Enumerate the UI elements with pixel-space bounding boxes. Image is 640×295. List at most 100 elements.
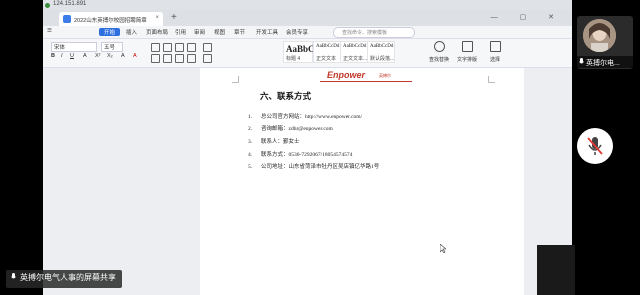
select-label: 选择 xyxy=(489,57,500,63)
command-search[interactable]: 查找命令、搜索模板 xyxy=(333,27,415,38)
font-name-select[interactable]: 宋体 xyxy=(51,42,97,52)
numbered-list-icon[interactable] xyxy=(163,43,172,52)
text-layout-label: 文字排版 xyxy=(456,57,477,63)
line-spacing-icon[interactable] xyxy=(187,54,196,63)
font-size-select[interactable]: 五号 xyxy=(101,42,123,52)
new-tab-button[interactable]: + xyxy=(171,12,177,23)
superscript-icon[interactable]: X² xyxy=(95,53,101,59)
search-icon xyxy=(433,41,445,52)
indent-icon[interactable] xyxy=(175,43,184,52)
share-label-text: 英搏尔电气人事的屏幕共享 xyxy=(20,273,116,282)
style-sample: AaBbCcDd xyxy=(370,44,394,49)
bullet-list-icon[interactable] xyxy=(151,43,160,52)
style-heading4[interactable]: AaBbC 标题 4 xyxy=(283,41,315,63)
mouse-cursor-icon xyxy=(440,244,446,253)
microphone-off-icon xyxy=(587,137,603,155)
align-left-icon[interactable] xyxy=(151,54,160,63)
tab-title: 2022山东英搏尔校园招聘简章 xyxy=(74,18,147,24)
menu-section[interactable]: 章节 xyxy=(234,28,245,36)
close-tab-icon[interactable]: × xyxy=(155,15,159,21)
crop-mark xyxy=(232,76,239,83)
menu-review[interactable]: 审阅 xyxy=(194,28,205,36)
logo-underline xyxy=(320,81,412,82)
company-logo: Enpower xyxy=(327,70,366,80)
style-name: 默认段落... xyxy=(370,56,395,62)
style-name: 标题 4 xyxy=(286,56,301,62)
align-center-icon[interactable] xyxy=(163,54,172,63)
style-sample: AaBbC xyxy=(286,44,315,54)
company-logo-cn: 英搏尔 xyxy=(379,73,391,78)
list-item: 2. 咨询邮箱：zdhr@enpower.com xyxy=(248,124,333,132)
document-area: Enpower 英搏尔 六、联系方式 1. 总公司官方网站：http://www.… xyxy=(43,68,572,295)
microphone-icon xyxy=(11,273,16,279)
text-layout-button[interactable]: 文字排版 xyxy=(455,41,479,65)
list-item: 5. 公司地址：山东省菏泽市牡丹区吴店镇亿华路1号 xyxy=(248,162,379,170)
file-menu-icon[interactable]: ☰ xyxy=(47,28,52,34)
menu-page-layout[interactable]: 页面布局 xyxy=(146,28,168,36)
item-number: 5. xyxy=(248,164,253,170)
menu-references[interactable]: 引用 xyxy=(175,28,186,36)
list-item: 1. 总公司官方网站：http://www.enpower.com/ xyxy=(248,112,362,120)
section-heading: 六、联系方式 xyxy=(260,91,312,101)
self-view-tile[interactable] xyxy=(537,245,575,295)
sort-icon[interactable] xyxy=(187,43,196,52)
remote-status-bar: 124.151.891 xyxy=(43,0,572,10)
menu-start[interactable]: 开始 xyxy=(99,28,121,36)
screen-share-label: 英搏尔电气人事的屏幕共享 xyxy=(6,270,122,288)
item-number: 3. xyxy=(248,139,253,145)
style-name: 正文文本 xyxy=(316,56,337,62)
document-page[interactable]: Enpower 英搏尔 六、联系方式 1. 总公司官方网站：http://www.… xyxy=(200,68,524,295)
item-number: 2. xyxy=(248,126,253,132)
search-placeholder: 查找命令、搜索模板 xyxy=(342,30,388,36)
style-sample: AaBbCcDd xyxy=(316,44,340,49)
menu-insert[interactable]: 插入 xyxy=(126,28,137,36)
item-text: 总公司官方网站：http://www.enpower.com/ xyxy=(261,114,363,120)
participant-avatar xyxy=(583,19,616,52)
item-number: 1. xyxy=(248,114,253,120)
style-name: 正文文本... xyxy=(343,56,368,62)
style-sample: AaBbCcDd xyxy=(343,44,367,49)
list-item: 3. 联系人：鄞女士 xyxy=(248,137,300,145)
ip-address: 124.151.891 xyxy=(53,1,87,7)
border-icon[interactable] xyxy=(203,43,212,52)
document-tab[interactable]: 2022山东英搏尔校园招聘简章 × xyxy=(59,12,163,26)
item-text: 公司地址：山东省菏泽市牡丹区吴店镇亿华路1号 xyxy=(261,164,380,170)
shared-screen: 124.151.891 2022山东英搏尔校园招聘简章 × + — ▢ ✕ ☰ … xyxy=(43,0,572,295)
item-text: 咨询邮箱：zdhr@enpower.com xyxy=(261,126,333,132)
menu-view[interactable]: 视图 xyxy=(214,28,225,36)
participant-name: 英搏尔电... xyxy=(577,56,633,68)
participant-name-text: 英搏尔电... xyxy=(586,60,620,67)
subscript-icon[interactable]: X₂ xyxy=(107,53,113,59)
menu-bar: ☰ 开始 插入 页面布局 引用 审阅 视图 章节 开发工具 会员专享 查找命令、… xyxy=(43,26,572,39)
highlight-icon[interactable]: A xyxy=(121,53,125,59)
item-text: 联系人：鄞女士 xyxy=(261,139,300,145)
menu-dev-tools[interactable]: 开发工具 xyxy=(256,28,278,36)
shading-icon[interactable] xyxy=(203,54,212,63)
underline-icon[interactable]: U xyxy=(70,53,74,59)
microphone-icon xyxy=(579,58,584,64)
tab-bar: 2022山东英搏尔校园招聘简章 × + — ▢ ✕ xyxy=(43,10,572,26)
find-replace-button[interactable]: 查找替换 xyxy=(427,41,451,65)
bold-icon[interactable]: B xyxy=(51,53,55,59)
item-number: 4. xyxy=(248,152,253,158)
select-icon xyxy=(489,41,501,52)
find-replace-label: 查找替换 xyxy=(428,57,449,63)
participant-tile[interactable]: 英搏尔电... xyxy=(577,16,633,69)
italic-icon[interactable]: I xyxy=(61,53,63,59)
style-body-text-2[interactable]: AaBbCcDd 正文文本... xyxy=(340,41,368,63)
item-text: 联系方式：0530-7292067/18054574574 xyxy=(261,152,353,158)
connection-icon xyxy=(45,3,50,8)
style-body-text[interactable]: AaBbCcDd 正文文本 xyxy=(313,41,341,63)
crop-mark xyxy=(488,76,495,83)
list-item: 4. 联系方式：0530-7292067/18054574574 xyxy=(248,150,352,158)
align-right-icon[interactable] xyxy=(175,54,184,63)
text-color-icon[interactable]: A xyxy=(133,53,137,59)
select-button[interactable]: 选择 xyxy=(483,41,507,65)
menu-member[interactable]: 会员专享 xyxy=(286,28,308,36)
word-doc-icon xyxy=(63,15,71,23)
font-color-icon[interactable]: A xyxy=(83,53,87,59)
ribbon-toolbar: 宋体 五号 B I U A X² X₂ A A AaBbC 标题 4 AaBbC… xyxy=(43,39,572,68)
mute-button[interactable] xyxy=(577,128,613,164)
style-default-paragraph[interactable]: AaBbCcDd 默认段落... xyxy=(367,41,395,63)
window-controls[interactable]: — ▢ ✕ xyxy=(491,13,564,21)
